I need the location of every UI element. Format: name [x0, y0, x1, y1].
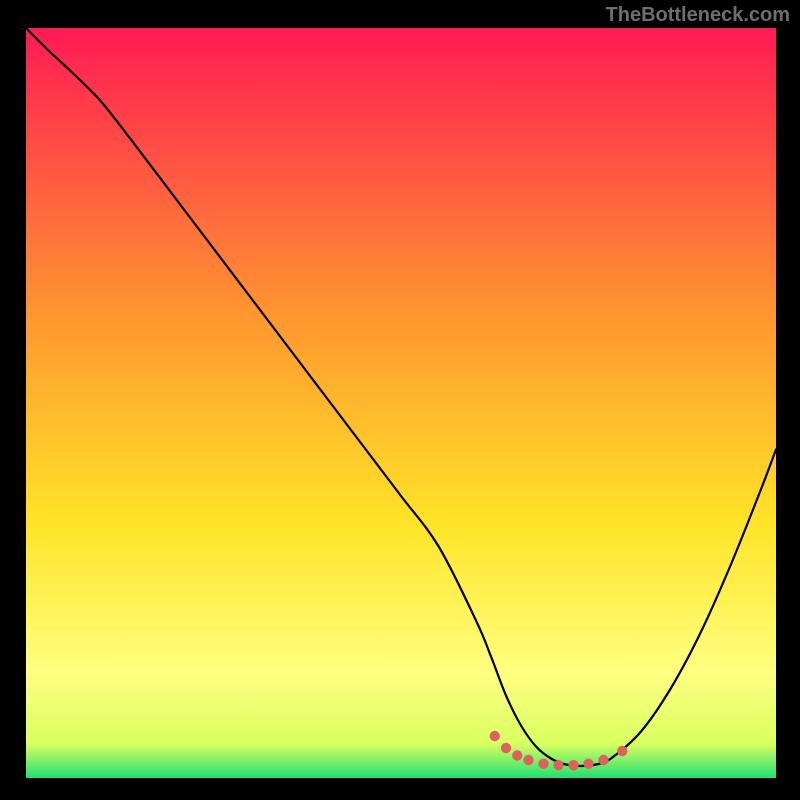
plot-area: [26, 28, 776, 778]
watermark-label: TheBottleneck.com: [606, 4, 790, 27]
chart-container: TheBottleneck.com: [0, 0, 800, 800]
gradient-background: [26, 28, 776, 778]
